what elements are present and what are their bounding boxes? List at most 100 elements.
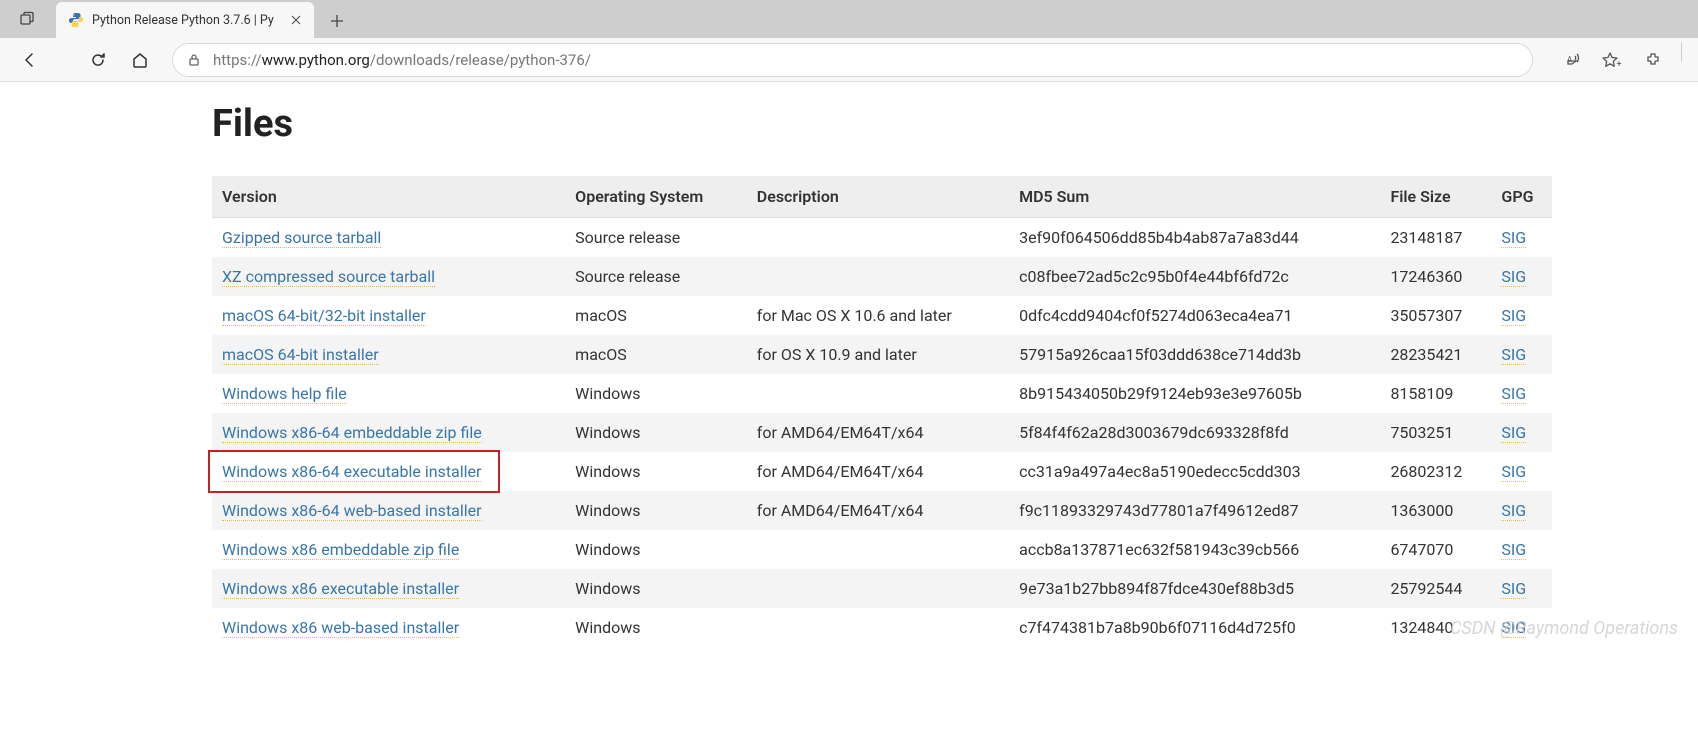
cell-size: 25792544: [1380, 569, 1491, 608]
gpg-link[interactable]: SIG: [1501, 228, 1526, 248]
gpg-link[interactable]: SIG: [1501, 501, 1526, 521]
version-link[interactable]: Windows x86 web-based installer: [222, 618, 459, 638]
version-link[interactable]: macOS 64-bit installer: [222, 345, 379, 365]
page-content: Files Version Operating System Descripti…: [0, 82, 1698, 647]
cell-md5: 0dfc4cdd9404cf0f5274d063eca4ea71: [1009, 296, 1380, 335]
cell-gpg: SIG: [1491, 335, 1552, 374]
back-button[interactable]: [10, 42, 46, 78]
cell-desc: [747, 608, 1009, 647]
browser-toolbar: https://www.python.org/downloads/release…: [0, 38, 1698, 82]
url-scheme: https://: [213, 51, 262, 69]
table-row: macOS 64-bit/32-bit installermacOSfor Ma…: [212, 296, 1552, 335]
cell-desc: for AMD64/EM64T/x64: [747, 452, 1009, 491]
th-desc: Description: [747, 176, 1009, 218]
new-tab-button[interactable]: [320, 4, 354, 38]
cell-os: Windows: [565, 530, 747, 569]
cell-md5: 5f84f4f62a28d3003679dc693328f8fd: [1009, 413, 1380, 452]
th-md5: MD5 Sum: [1009, 176, 1380, 218]
table-row: Gzipped source tarballSource release3ef9…: [212, 218, 1552, 258]
cell-os: Windows: [565, 374, 747, 413]
cell-size: 26802312: [1380, 452, 1491, 491]
cell-md5: accb8a137871ec632f581943c39cb566: [1009, 530, 1380, 569]
gpg-link[interactable]: SIG: [1501, 423, 1526, 443]
window-overlap-icon[interactable]: [0, 0, 54, 38]
cell-gpg: SIG: [1491, 491, 1552, 530]
cell-md5: cc31a9a497a4ec8a5190edecc5cdd303: [1009, 452, 1380, 491]
version-link[interactable]: Windows x86-64 executable installer: [222, 462, 481, 482]
home-button[interactable]: [122, 42, 158, 78]
cell-gpg: SIG: [1491, 257, 1552, 296]
cell-version: Windows help file: [212, 374, 565, 413]
cell-gpg: SIG: [1491, 296, 1552, 335]
version-link[interactable]: macOS 64-bit/32-bit installer: [222, 306, 426, 326]
cell-version: macOS 64-bit/32-bit installer: [212, 296, 565, 335]
gpg-link[interactable]: SIG: [1501, 267, 1526, 287]
cell-gpg: SIG: [1491, 452, 1552, 491]
version-link[interactable]: Windows x86-64 web-based installer: [222, 501, 482, 521]
cell-os: Windows: [565, 452, 747, 491]
gpg-link[interactable]: SIG: [1501, 384, 1526, 404]
gpg-link[interactable]: SIG: [1501, 540, 1526, 560]
svg-text:A: A: [1567, 55, 1573, 64]
tab-title: Python Release Python 3.7.6 | Py: [92, 13, 280, 28]
cell-md5: 9e73a1b27bb894f87fdce430ef88b3d5: [1009, 569, 1380, 608]
th-os: Operating System: [565, 176, 747, 218]
cell-desc: for Mac OS X 10.6 and later: [747, 296, 1009, 335]
cell-size: 23148187: [1380, 218, 1491, 258]
favorites-icon[interactable]: +: [1595, 42, 1631, 78]
gpg-link[interactable]: SIG: [1501, 462, 1526, 482]
read-aloud-icon[interactable]: A: [1555, 42, 1591, 78]
table-row: Windows x86 web-based installerWindowsc7…: [212, 608, 1552, 647]
address-bar[interactable]: https://www.python.org/downloads/release…: [172, 43, 1533, 77]
url-host: www.python.org: [262, 51, 370, 69]
cell-version: Windows x86-64 embeddable zip file: [212, 413, 565, 452]
gpg-link[interactable]: SIG: [1501, 579, 1526, 599]
version-link[interactable]: Windows x86 executable installer: [222, 579, 459, 599]
cell-os: Source release: [565, 218, 747, 258]
files-table: Version Operating System Description MD5…: [212, 176, 1552, 647]
favorites-add-badge: +: [1616, 60, 1621, 70]
cell-desc: for AMD64/EM64T/x64: [747, 491, 1009, 530]
cell-desc: [747, 374, 1009, 413]
version-link[interactable]: Windows help file: [222, 384, 347, 404]
extensions-icon[interactable]: [1635, 42, 1671, 78]
cell-version: Windows x86 executable installer: [212, 569, 565, 608]
cell-os: Windows: [565, 491, 747, 530]
cell-os: macOS: [565, 335, 747, 374]
page-title: Files: [212, 102, 1552, 146]
table-row: XZ compressed source tarballSource relea…: [212, 257, 1552, 296]
cell-gpg: SIG: [1491, 413, 1552, 452]
table-row: Windows x86 executable installerWindows9…: [212, 569, 1552, 608]
gpg-link[interactable]: SIG: [1501, 345, 1526, 365]
cell-gpg: SIG: [1491, 218, 1552, 258]
cell-desc: for AMD64/EM64T/x64: [747, 413, 1009, 452]
refresh-button[interactable]: [80, 42, 116, 78]
cell-size: 35057307: [1380, 296, 1491, 335]
cell-version: Windows x86 web-based installer: [212, 608, 565, 647]
lock-icon: [187, 53, 201, 67]
cell-md5: c08fbee72ad5c2c95b0f4e44bf6fd72c: [1009, 257, 1380, 296]
cell-os: Windows: [565, 413, 747, 452]
cell-gpg: SIG: [1491, 569, 1552, 608]
cell-md5: f9c11893329743d77801a7f49612ed87: [1009, 491, 1380, 530]
cell-size: 17246360: [1380, 257, 1491, 296]
gpg-link[interactable]: SIG: [1501, 306, 1526, 326]
version-link[interactable]: Windows x86-64 embeddable zip file: [222, 423, 482, 443]
browser-tab[interactable]: Python Release Python 3.7.6 | Py: [56, 2, 314, 38]
version-link[interactable]: XZ compressed source tarball: [222, 267, 435, 287]
cell-desc: [747, 569, 1009, 608]
cell-os: Windows: [565, 608, 747, 647]
close-tab-icon[interactable]: [288, 12, 304, 28]
cell-desc: [747, 218, 1009, 258]
table-row: Windows x86 embeddable zip file Windows ac…: [212, 530, 1552, 569]
python-favicon-icon: [68, 12, 84, 28]
cell-md5: 8b915434050b29f9124eb93e3e97605b: [1009, 374, 1380, 413]
watermark-text: CSDN @Raymond Operations: [1450, 618, 1678, 639]
cell-md5: 57915a926caa15f03ddd638ce714dd3b: [1009, 335, 1380, 374]
cell-version: Gzipped source tarball: [212, 218, 565, 258]
version-link[interactable]: Gzipped source tarball: [222, 228, 381, 248]
table-row: macOS 64-bit installermacOSfor OS X 10.9…: [212, 335, 1552, 374]
cell-gpg: SIG: [1491, 530, 1552, 569]
version-link[interactable]: Windows x86 embeddable zip file: [222, 540, 459, 560]
table-row: Windows help file Windows 8b915434050b29f9…: [212, 374, 1552, 413]
